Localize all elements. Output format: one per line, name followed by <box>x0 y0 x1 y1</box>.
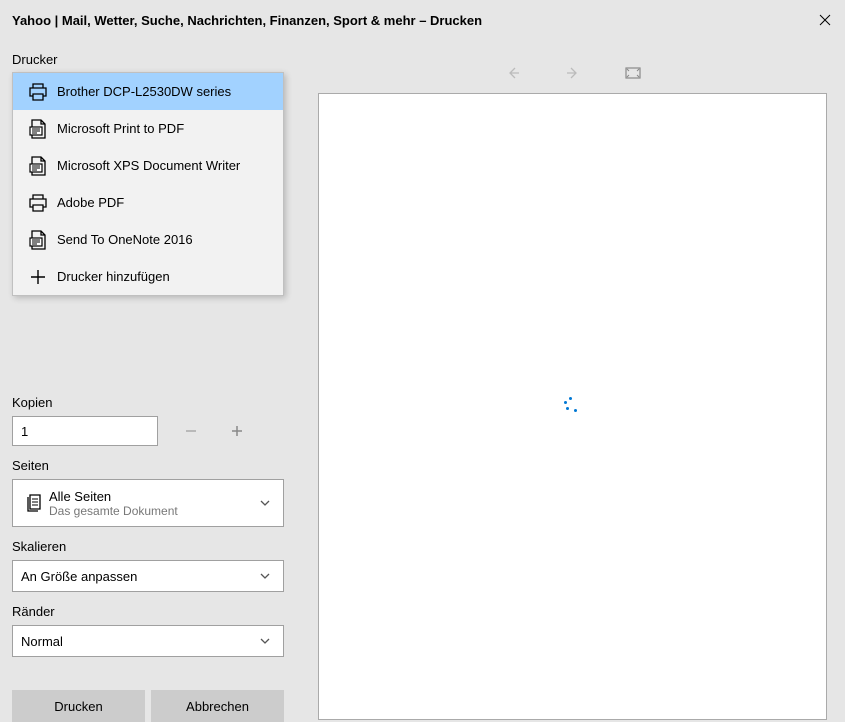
pdf-icon <box>23 156 53 176</box>
chevron-down-icon <box>255 570 275 582</box>
margins-select-value: Normal <box>21 634 255 649</box>
copies-input[interactable] <box>12 416 158 446</box>
pages-select-main: Alle Seiten <box>49 489 255 504</box>
title-bar: Yahoo | Mail, Wetter, Suche, Nachrichten… <box>0 0 845 40</box>
fit-page-button[interactable] <box>623 63 643 83</box>
preview-page <box>318 93 827 720</box>
pdf-icon <box>23 230 53 250</box>
plus-icon <box>230 424 244 438</box>
scaling-select-value: An Größe anpassen <box>21 569 255 584</box>
prev-page-button[interactable] <box>503 63 523 83</box>
printer-dropdown: Brother DCP-L2530DW series Microsoft Prin… <box>12 72 284 296</box>
chevron-down-icon <box>255 635 275 647</box>
printer-option-label: Send To OneNote 2016 <box>53 232 193 247</box>
printer-option[interactable]: Send To OneNote 2016 <box>13 221 283 258</box>
arrow-right-icon <box>565 65 581 81</box>
preview-toolbar <box>310 55 835 90</box>
loading-spinner-icon <box>563 397 583 417</box>
window-title: Yahoo | Mail, Wetter, Suche, Nachrichten… <box>12 13 805 28</box>
printer-option-label: Microsoft Print to PDF <box>53 121 184 136</box>
printer-option[interactable]: Microsoft XPS Document Writer <box>13 147 283 184</box>
pdf-icon <box>23 119 53 139</box>
arrow-left-icon <box>505 65 521 81</box>
printer-option[interactable]: Adobe PDF <box>13 184 283 221</box>
chevron-down-icon <box>255 497 275 509</box>
pages-icon <box>21 493 49 513</box>
printer-option-label: Microsoft XPS Document Writer <box>53 158 240 173</box>
printer-option-label: Brother DCP-L2530DW series <box>53 84 231 99</box>
margins-select[interactable]: Normal <box>12 625 284 657</box>
printer-icon <box>23 83 53 101</box>
scaling-select[interactable]: An Größe anpassen <box>12 560 284 592</box>
close-button[interactable] <box>805 0 845 40</box>
printer-icon <box>23 194 53 212</box>
printer-option-label: Adobe PDF <box>53 195 124 210</box>
fit-icon <box>625 67 641 79</box>
next-page-button[interactable] <box>563 63 583 83</box>
copies-decrement[interactable] <box>178 418 204 444</box>
printer-option-label: Drucker hinzufügen <box>53 269 170 284</box>
cancel-button[interactable]: Abbrechen <box>151 690 284 722</box>
pages-select[interactable]: Alle Seiten Das gesamte Dokument <box>12 479 284 527</box>
add-icon <box>23 268 53 286</box>
printer-option[interactable]: Brother DCP-L2530DW series <box>13 73 283 110</box>
print-button[interactable]: Drucken <box>12 690 145 722</box>
close-icon <box>819 14 831 26</box>
minus-icon <box>184 424 198 438</box>
copies-increment[interactable] <box>224 418 250 444</box>
printer-option[interactable]: Microsoft Print to PDF <box>13 110 283 147</box>
pages-select-sub: Das gesamte Dokument <box>49 504 255 518</box>
printer-option[interactable]: Drucker hinzufügen <box>13 258 283 295</box>
